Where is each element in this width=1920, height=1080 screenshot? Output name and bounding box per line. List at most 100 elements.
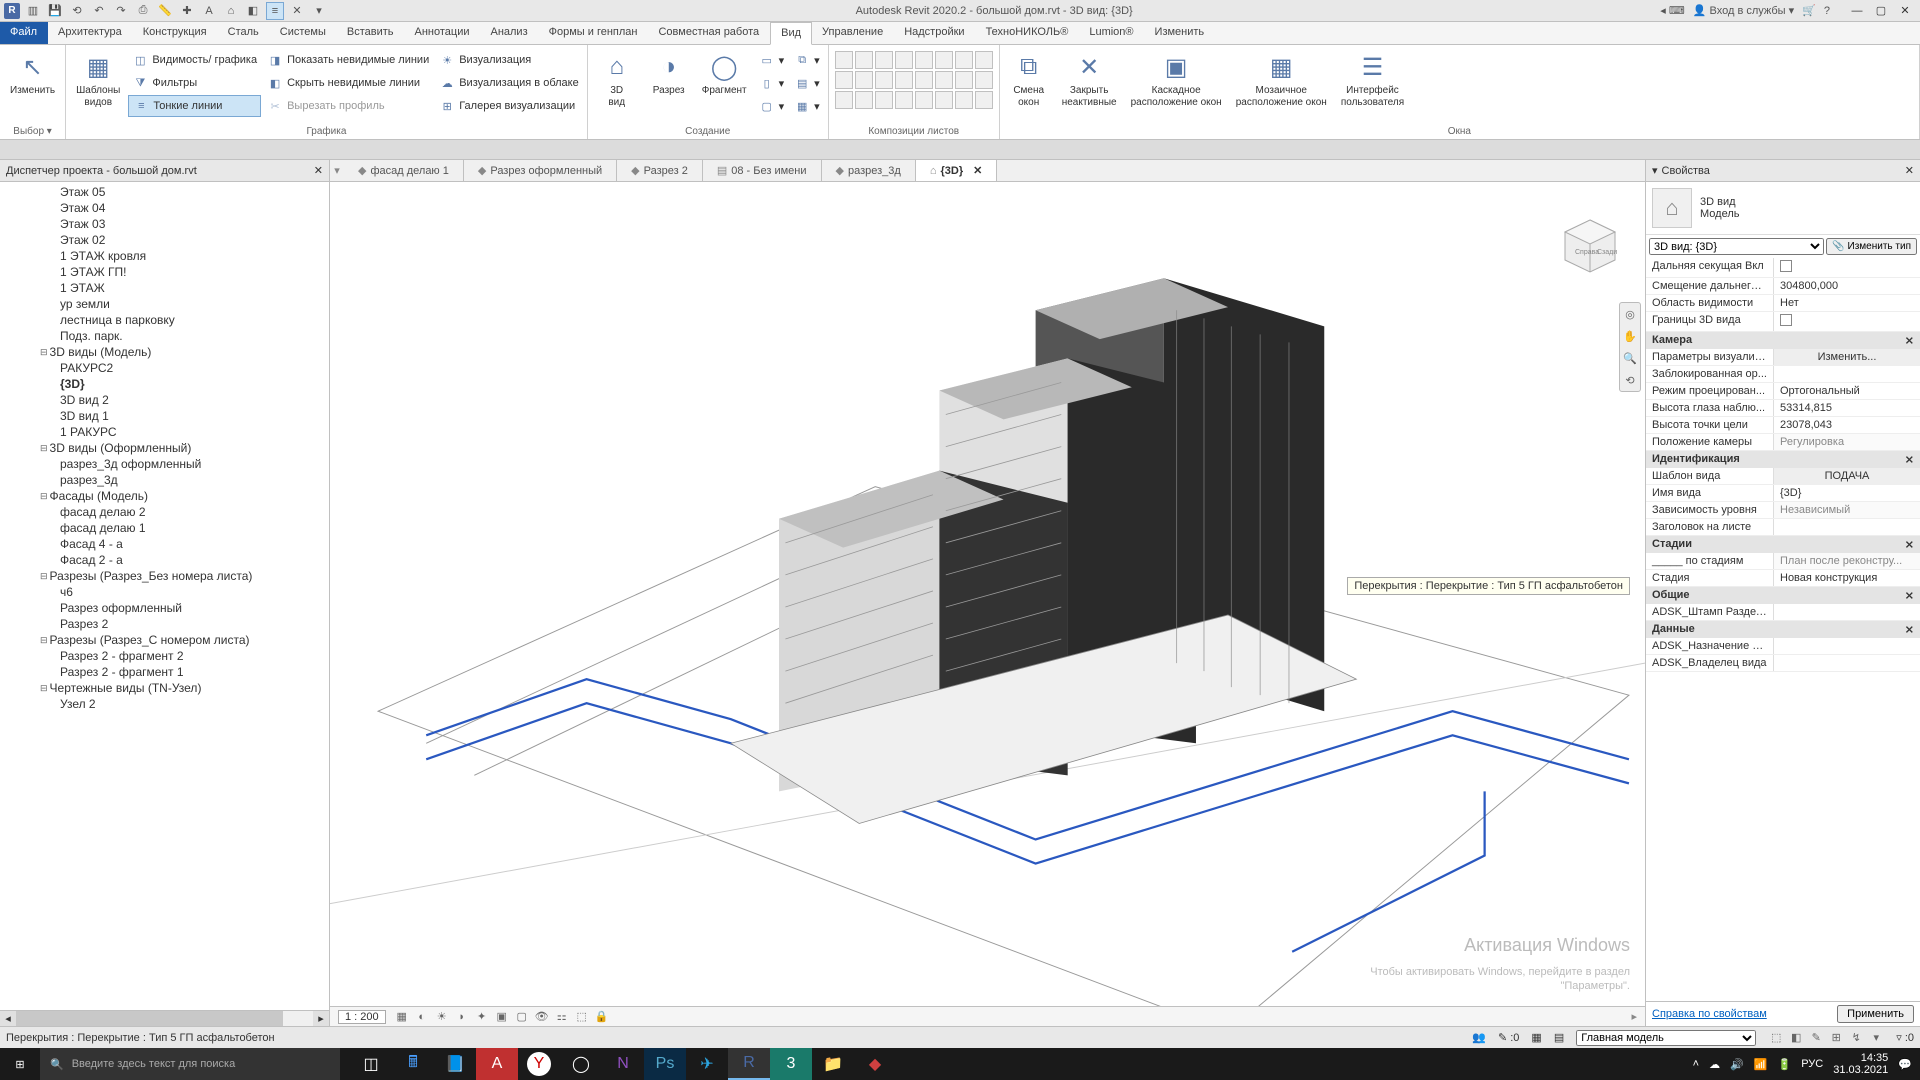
tree-item[interactable]: Разрез 2 bbox=[0, 616, 329, 632]
duplicate-button[interactable]: ⧉▾ bbox=[790, 49, 824, 71]
qat-text-icon[interactable]: A bbox=[200, 2, 218, 20]
tree-category[interactable]: Фасады (Модель) bbox=[0, 488, 329, 504]
render-button[interactable]: ☀Визуализация bbox=[435, 49, 583, 71]
ui-button[interactable]: ☰Интерфейс пользователя bbox=[1335, 49, 1410, 111]
status-icon1[interactable]: ▦ bbox=[1531, 1031, 1541, 1044]
tray-battery-icon[interactable]: 🔋 bbox=[1778, 1058, 1792, 1071]
app-photoshop[interactable]: Ps bbox=[644, 1048, 686, 1080]
tab-steel[interactable]: Сталь bbox=[218, 22, 270, 44]
si1[interactable]: ⬚ bbox=[1768, 1030, 1784, 1046]
crop-icon[interactable]: ▣ bbox=[494, 1009, 510, 1025]
qat-align-icon[interactable]: ✚ bbox=[178, 2, 196, 20]
prop-row[interactable]: Шаблон видаПОДАЧА bbox=[1646, 468, 1920, 485]
switch-windows-button[interactable]: ⧉Смена окон bbox=[1004, 49, 1054, 111]
app-yandex[interactable]: Y bbox=[527, 1052, 551, 1076]
analytical-icon[interactable]: ⬚ bbox=[574, 1009, 590, 1025]
prop-row[interactable]: Границы 3D вида bbox=[1646, 312, 1920, 332]
sheet-gallery[interactable] bbox=[833, 49, 995, 111]
tree-item[interactable]: ур земли bbox=[0, 296, 329, 312]
tree-category[interactable]: 3D виды (Оформленный) bbox=[0, 440, 329, 456]
hide-hidden-button[interactable]: ◧Скрыть невидимые линии bbox=[263, 72, 433, 94]
properties-grid[interactable]: Дальняя секущая ВклСмещение дальнего ...… bbox=[1646, 258, 1920, 1001]
qat-redo-icon[interactable]: ↷ bbox=[112, 2, 130, 20]
edit-type-button[interactable]: 📎 Изменить тип bbox=[1826, 238, 1917, 255]
app-onenote[interactable]: N bbox=[602, 1048, 644, 1080]
nav-pan-icon[interactable]: ✋ bbox=[1620, 325, 1640, 347]
tree-item[interactable]: Фасад 2 - a bbox=[0, 552, 329, 568]
tab-technonicol[interactable]: ТехноНИКОЛЬ® bbox=[976, 22, 1080, 44]
tab-view[interactable]: Вид bbox=[770, 22, 812, 45]
tree-category[interactable]: Разрезы (Разрез_С номером листа) bbox=[0, 632, 329, 648]
app-telegram[interactable]: ✈ bbox=[686, 1048, 728, 1080]
tree-item[interactable]: Разрез 2 - фрагмент 1 bbox=[0, 664, 329, 680]
tree-category[interactable]: 3D виды (Модель) bbox=[0, 344, 329, 360]
minimize-button[interactable]: — bbox=[1846, 2, 1868, 20]
tree-item[interactable]: {3D} bbox=[0, 376, 329, 392]
tray-cloud-icon[interactable]: ☁ bbox=[1709, 1058, 1720, 1071]
view-tab[interactable]: ▤08 - Без имени bbox=[703, 160, 822, 181]
temp-hide-icon[interactable]: ⚏ bbox=[554, 1009, 570, 1025]
qat-sync-icon[interactable]: ⟲ bbox=[68, 2, 86, 20]
rendering-icon[interactable]: ✦ bbox=[474, 1009, 490, 1025]
tree-item[interactable]: фасад делаю 2 bbox=[0, 504, 329, 520]
prop-row[interactable]: ADSK_Штамп Раздел ... bbox=[1646, 604, 1920, 621]
view-tab[interactable]: ◆фасад делаю 1 bbox=[344, 160, 464, 181]
close-inactive-button[interactable]: ✕Закрыть неактивные bbox=[1056, 49, 1123, 111]
legends-button[interactable]: ▤▾ bbox=[790, 72, 824, 94]
view-tab[interactable]: ⌂{3D}✕ bbox=[916, 160, 998, 181]
cascade-button[interactable]: ▣Каскадное расположение окон bbox=[1125, 49, 1228, 111]
unhide-icon[interactable]: 👁 bbox=[534, 1009, 550, 1025]
tab-modify[interactable]: Изменить bbox=[1145, 22, 1216, 44]
app-revit[interactable]: R bbox=[728, 1048, 770, 1080]
tree-item[interactable]: Узел 2 bbox=[0, 696, 329, 712]
signin-button[interactable]: 👤 Вход в службы ▾ bbox=[1693, 4, 1794, 17]
qat-thin-lines-icon[interactable]: ≡ bbox=[266, 2, 284, 20]
qat-print-icon[interactable]: ⎙ bbox=[134, 2, 152, 20]
section-button[interactable]: ◑Разрез bbox=[644, 49, 694, 99]
tree-item[interactable]: Фасад 4 - a bbox=[0, 536, 329, 552]
qat-open-icon[interactable]: ▥ bbox=[24, 2, 42, 20]
prop-category[interactable]: Идентификация⨯ bbox=[1646, 451, 1920, 468]
tab-file[interactable]: Файл bbox=[0, 22, 48, 44]
prop-category[interactable]: Стадии⨯ bbox=[1646, 536, 1920, 553]
app-explorer[interactable]: 📁 bbox=[812, 1048, 854, 1080]
3d-view-button[interactable]: ⌂3D вид bbox=[592, 49, 642, 111]
crop-visible-icon[interactable]: ▢ bbox=[514, 1009, 530, 1025]
view-templates-button[interactable]: ▦ Шаблоны видов bbox=[70, 49, 126, 111]
scale-selector[interactable]: 1 : 200 bbox=[338, 1010, 386, 1024]
callout-button[interactable]: ◯Фрагмент bbox=[696, 49, 753, 99]
prop-row[interactable]: Заголовок на листе bbox=[1646, 519, 1920, 536]
qat-save-icon[interactable]: 💾 bbox=[46, 2, 64, 20]
properties-close-icon[interactable]: ✕ bbox=[1905, 164, 1914, 177]
view-tab-close-icon[interactable]: ✕ bbox=[973, 164, 982, 177]
tree-item[interactable]: разрез_3д bbox=[0, 472, 329, 488]
tab-annotate[interactable]: Аннотации bbox=[405, 22, 481, 44]
maximize-button[interactable]: ▢ bbox=[1870, 2, 1892, 20]
tray-wifi-icon[interactable]: 📶 bbox=[1754, 1058, 1768, 1071]
tray-clock[interactable]: 14:35 31.03.2021 bbox=[1833, 1052, 1888, 1076]
worksharing-icon[interactable]: 👥 bbox=[1472, 1031, 1486, 1044]
qat-more-icon[interactable]: ▾ bbox=[310, 2, 328, 20]
prop-row[interactable]: Дальняя секущая Вкл bbox=[1646, 258, 1920, 278]
nav-orbit-icon[interactable]: ⟲ bbox=[1620, 369, 1640, 391]
viewtabs-dropdown-icon[interactable]: ▾ bbox=[330, 160, 344, 181]
view-tab[interactable]: ◆Разрез 2 bbox=[617, 160, 703, 181]
qat-measure-icon[interactable]: 📏 bbox=[156, 2, 174, 20]
tree-item[interactable]: Разрез оформленный bbox=[0, 600, 329, 616]
plan-view-button[interactable]: ▭▾ bbox=[755, 49, 789, 71]
tree-item[interactable]: Этаж 05 bbox=[0, 184, 329, 200]
render-gallery-button[interactable]: ⊞Галерея визуализации bbox=[435, 95, 583, 117]
constraints-icon[interactable]: 🔒 bbox=[594, 1009, 610, 1025]
prop-row[interactable]: Заблокированная ор... bbox=[1646, 366, 1920, 383]
view-tab[interactable]: ◆разрез_3д bbox=[822, 160, 916, 181]
tree-item[interactable]: 1 ЭТАЖ ГП! bbox=[0, 264, 329, 280]
prop-category[interactable]: Данные⨯ bbox=[1646, 621, 1920, 638]
prop-row[interactable]: ADSK_Владелец вида bbox=[1646, 655, 1920, 672]
tab-massing[interactable]: Формы и генплан bbox=[539, 22, 649, 44]
close-button[interactable]: ✕ bbox=[1894, 2, 1916, 20]
qat-close-hidden-icon[interactable]: ✕ bbox=[288, 2, 306, 20]
thin-lines-button[interactable]: ≡Тонкие линии bbox=[128, 95, 261, 117]
app-autocad[interactable]: A bbox=[476, 1048, 518, 1080]
start-button[interactable]: ⊞ bbox=[0, 1048, 40, 1080]
prop-row[interactable]: Смещение дальнего ...304800,000 bbox=[1646, 278, 1920, 295]
